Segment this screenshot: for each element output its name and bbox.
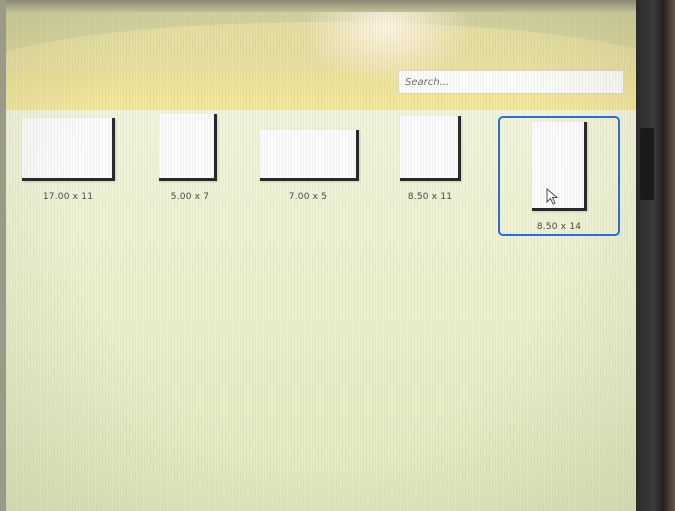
search-input[interactable] <box>398 70 624 94</box>
monitor-bezel <box>636 0 675 511</box>
screen-top-edge <box>0 0 636 12</box>
paper-size-label: 7.00 x 5 <box>288 192 328 202</box>
header-banner <box>6 12 636 132</box>
paper-preview <box>400 116 461 181</box>
paper-size-label: 17.00 x 11 <box>42 192 94 202</box>
paper-size-tile-8.5x11[interactable]: 8.50 x 11 <box>392 116 468 226</box>
paper-preview <box>260 130 359 181</box>
app-screen: 17.00 x 11 5.00 x 7 7.00 x 5 8.50 x 11 8… <box>6 12 636 511</box>
bezel-notch <box>640 128 654 200</box>
paper-size-label: 8.50 x 14 <box>536 222 582 232</box>
paper-size-tile-17x11[interactable]: 17.00 x 11 <box>16 118 120 226</box>
paper-size-label: 8.50 x 11 <box>407 192 453 202</box>
paper-preview <box>159 114 217 181</box>
paper-size-tile-5x7[interactable]: 5.00 x 7 <box>152 114 228 226</box>
paper-size-gallery: 17.00 x 11 5.00 x 7 7.00 x 5 8.50 x 11 8… <box>6 110 636 511</box>
paper-size-tile-7x5[interactable]: 7.00 x 5 <box>256 118 360 226</box>
mouse-pointer-icon <box>546 188 559 205</box>
paper-size-label: 5.00 x 7 <box>170 192 210 202</box>
paper-size-tile-8.5x14[interactable]: 8.50 x 14 <box>498 116 620 236</box>
paper-preview <box>22 118 115 181</box>
